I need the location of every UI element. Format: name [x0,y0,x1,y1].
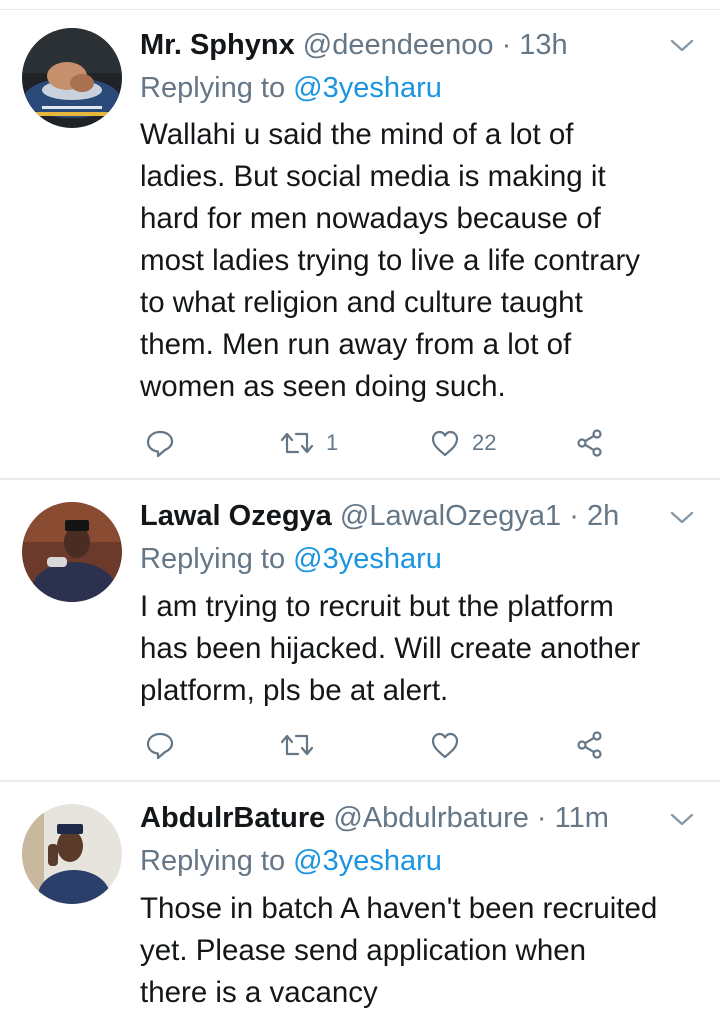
man-in-cap-avatar [22,502,122,602]
retweet-icon [280,432,314,454]
separator: · [569,500,579,532]
tweet-actions: 1 22 [140,423,610,463]
chevron-down-icon[interactable] [668,36,696,56]
wrestling-photo-avatar [22,28,122,128]
replying-to-label: Replying to [140,543,286,575]
timestamp[interactable]: 13h [519,29,567,61]
tweet-3[interactable]: AbdulrBature @Abdulrbature · 11m Replyin… [0,782,720,1034]
tweet-text-line: yet. Please send application when [140,934,587,967]
tweet-2[interactable]: Lawal Ozegya @LawalOzegya1 · 2h Replying… [0,480,720,782]
retweet-button[interactable]: 1 [280,423,338,463]
replying-to-label: Replying to [140,72,286,104]
timestamp[interactable]: 11m [555,802,609,834]
display-name[interactable]: Lawal Ozegya [140,500,332,532]
retweet-button[interactable] [280,725,326,765]
share-icon [577,429,602,457]
like-button[interactable] [430,725,472,765]
tweet-text-line: most ladies trying to live a life contra… [140,244,641,277]
replying-to-handle[interactable]: @3yesharu [293,543,442,575]
reply-button[interactable] [145,725,175,765]
tweet-text: Wallahi u said the mind of a lot of ladi… [140,114,700,408]
like-icon [431,732,459,759]
chevron-down-icon[interactable] [668,810,696,830]
tweet-header: Lawal Ozegya @LawalOzegya1 · 2h [140,498,650,534]
user-handle[interactable]: @deendeenoo [303,29,494,61]
replying-to: Replying to @3yesharu [140,541,442,577]
tweet-text-line: I am trying to recruit but the platform [140,590,614,623]
tweet-text-line: platform, pls be at alert. [140,674,449,707]
timestamp[interactable]: 2h [587,500,619,532]
tweet-feed: Mr. Sphynx @deendeenoo · 13h Replying to… [0,0,720,1034]
tweet-text-line: them. Men run away from a lot of [140,328,572,361]
share-icon [577,731,602,759]
display-name[interactable]: AbdulrBature [140,802,325,834]
tweet-text: Those in batch A haven't been recruited … [140,888,700,1014]
replying-to: Replying to @3yesharu [140,70,442,106]
like-button[interactable]: 22 [430,423,496,463]
man-portrait-avatar [22,804,122,904]
tweet-text-line: hard for men nowadays because of [140,202,601,235]
replying-to-label: Replying to [140,845,286,877]
chevron-down-icon[interactable] [668,508,696,528]
tweet-text-line: women as seen doing such. [140,370,506,403]
replying-to: Replying to @3yesharu [140,843,442,879]
tweet-actions [140,725,610,765]
tweet-1[interactable]: Mr. Sphynx @deendeenoo · 13h Replying to… [0,0,720,480]
retweet-icon [280,734,314,756]
user-handle[interactable]: @Abdulrbature [333,802,529,834]
separator: · [501,29,512,61]
avatar[interactable] [22,804,122,904]
display-name[interactable]: Mr. Sphynx [140,29,295,61]
like-count: 22 [472,430,497,455]
tweet-text-line: ladies. But social media is making it [140,160,606,193]
tweet-header: Mr. Sphynx @deendeenoo · 13h [140,27,650,63]
separator: · [536,802,547,834]
like-icon [431,430,459,457]
tweet-text-line: there is a vacancy [140,976,378,1009]
replying-to-handle[interactable]: @3yesharu [293,72,442,104]
tweet-text-line: Those in batch A haven't been recruited [140,892,658,925]
retweet-count: 1 [326,430,339,455]
tweet-text-line: Wallahi u said the mind of a lot of [140,118,574,151]
reply-icon [146,430,174,458]
avatar[interactable] [22,502,122,602]
share-button[interactable] [575,423,605,463]
tweet-text-line: has been hijacked. Will create another [140,632,641,665]
tweet-text-line: to what religion and culture taught [140,286,583,319]
tweet-header: AbdulrBature @Abdulrbature · 11m [140,800,650,836]
replying-to-handle[interactable]: @3yesharu [293,845,442,877]
share-button[interactable] [575,725,605,765]
tweet-text: I am trying to recruit but the platform … [140,586,700,712]
reply-button[interactable] [145,423,175,463]
reply-icon [146,732,174,760]
avatar[interactable] [22,28,122,128]
user-handle[interactable]: @LawalOzegya1 [340,500,561,532]
